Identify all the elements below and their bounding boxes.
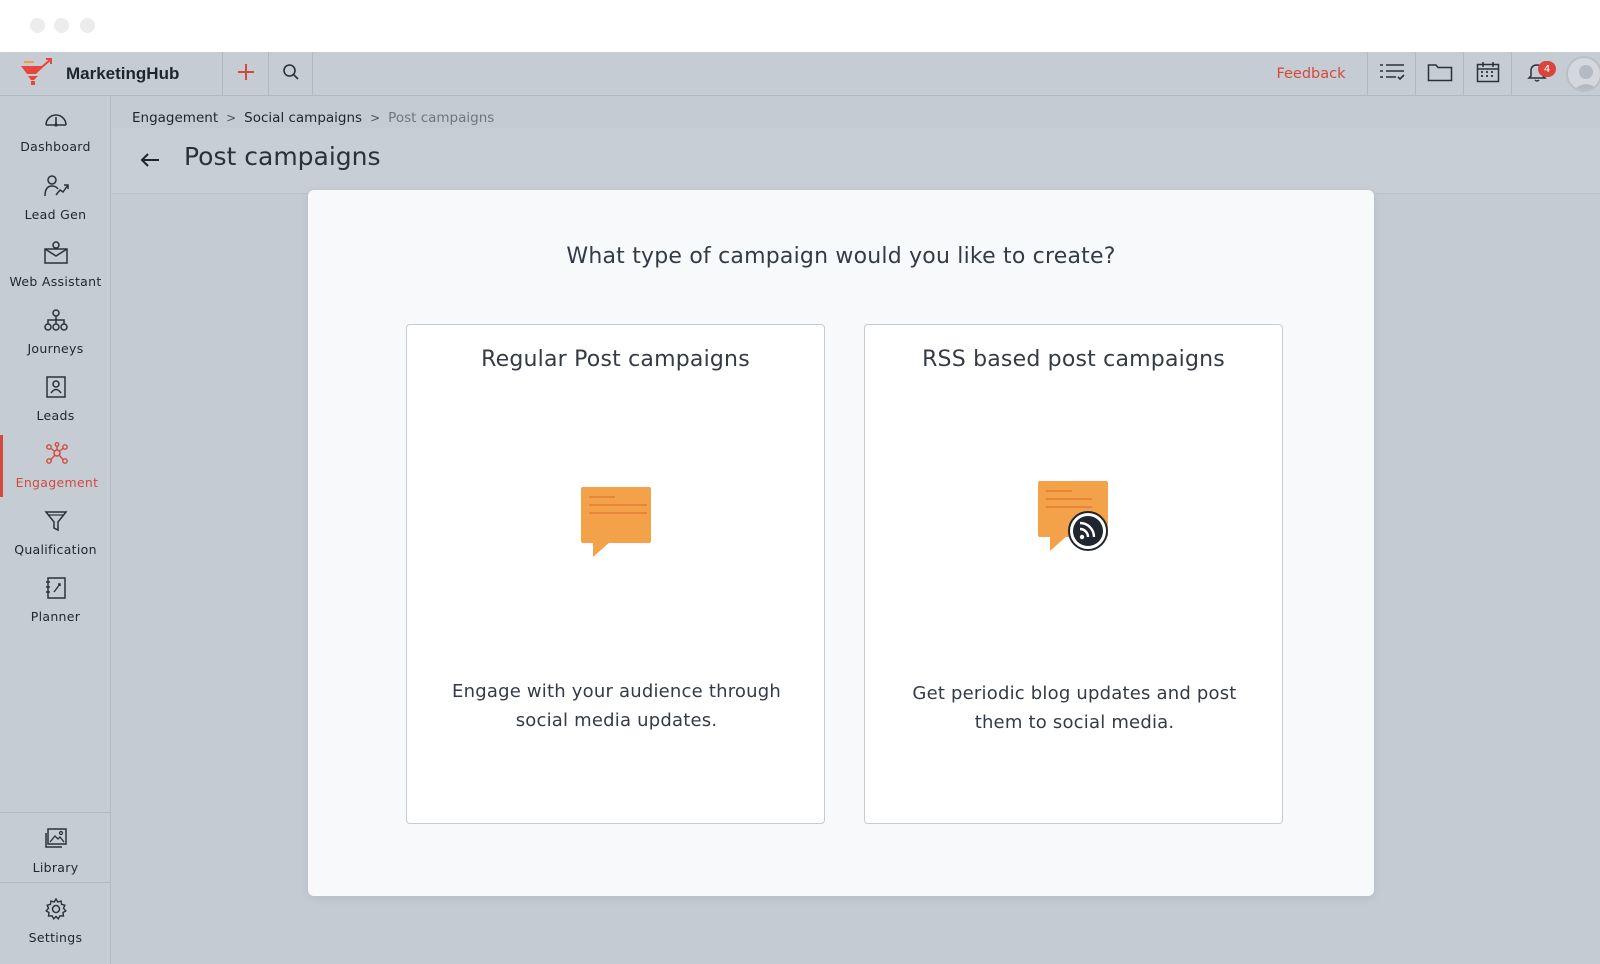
folder-icon [1427, 62, 1453, 86]
breadcrumb-engagement[interactable]: Engagement [132, 110, 218, 126]
web-assistant-icon [43, 241, 69, 269]
user-avatar[interactable] [1566, 56, 1600, 92]
add-button[interactable] [223, 52, 269, 96]
sidebar-divider [0, 882, 111, 883]
window-minimize-dot[interactable] [54, 18, 69, 33]
sidebar-item-label: Web Assistant [9, 274, 102, 289]
sidebar-item-web-assistant[interactable]: Web Assistant [0, 234, 111, 296]
funnel-icon [43, 509, 68, 537]
sidebar-item-label: Settings [28, 930, 83, 945]
sidebar-item-qualification[interactable]: Qualification [0, 502, 111, 564]
rss-chat-bubble-icon [865, 479, 1282, 555]
breadcrumb-separator: > [370, 111, 381, 125]
calendar-icon [1476, 61, 1500, 87]
window-close-dot[interactable] [30, 18, 45, 33]
dashboard-icon [43, 108, 69, 134]
window-chrome [0, 0, 1600, 52]
library-icon [43, 827, 69, 855]
back-button[interactable] [136, 148, 164, 176]
regular-post-campaign-card[interactable]: Regular Post campaigns Engage with your … [406, 324, 825, 824]
page-header: Post campaigns [112, 128, 1600, 194]
page-title: Post campaigns [184, 142, 381, 171]
gear-icon [44, 897, 68, 925]
breadcrumb: Engagement > Social campaigns > Post cam… [132, 110, 494, 126]
sidebar-item-lead-gen[interactable]: Lead Gen [0, 167, 111, 229]
search-button[interactable] [269, 52, 313, 96]
checklist-icon [1378, 62, 1406, 86]
sidebar-divider [0, 812, 111, 813]
campaign-type-modal: What type of campaign would you like to … [308, 190, 1374, 896]
lead-gen-icon [43, 174, 69, 202]
sidebar-item-dashboard[interactable]: Dashboard [0, 100, 111, 162]
journeys-icon [43, 308, 69, 336]
sidebar-item-library[interactable]: Library [0, 820, 111, 882]
sidebar-item-journeys[interactable]: Journeys [0, 301, 111, 363]
breadcrumb-separator: > [226, 111, 237, 125]
sidebar: Dashboard Lead Gen Web Assistant Journey… [0, 96, 111, 964]
tasks-button[interactable] [1367, 52, 1415, 96]
rss-post-campaign-card[interactable]: RSS based post campaigns Get periodic bl… [864, 324, 1283, 824]
chat-bubble-icon [407, 485, 824, 561]
calendar-button[interactable] [1463, 52, 1511, 96]
modal-question: What type of campaign would you like to … [566, 244, 1116, 269]
sidebar-item-planner[interactable]: Planner [0, 569, 111, 631]
brand[interactable]: MarketingHub [18, 52, 223, 96]
notifications-button[interactable]: 4 [1511, 52, 1561, 96]
card-title: RSS based post campaigns [922, 347, 1225, 372]
card-description: Engage with your audience through social… [452, 681, 781, 731]
leads-icon [44, 375, 68, 403]
window-maximize-dot[interactable] [80, 18, 95, 33]
marketinghub-logo-icon [18, 57, 54, 91]
card-title: Regular Post campaigns [481, 347, 750, 372]
search-icon [282, 63, 300, 85]
app-name: MarketingHub [66, 64, 180, 83]
files-button[interactable] [1415, 52, 1463, 96]
sidebar-item-label: Planner [30, 609, 81, 624]
sidebar-item-engagement[interactable]: Engagement [0, 435, 111, 497]
notification-badge: 4 [1538, 61, 1556, 77]
sidebar-item-settings[interactable]: Settings [0, 890, 111, 952]
arrow-left-icon [140, 152, 160, 172]
top-bar: MarketingHub Feedback 4 [0, 52, 1600, 96]
sidebar-item-leads[interactable]: Leads [0, 368, 111, 430]
sidebar-item-label: Engagement [15, 475, 99, 490]
sidebar-item-label: Journeys [27, 341, 84, 356]
sidebar-item-label: Lead Gen [24, 207, 87, 222]
plus-icon [237, 63, 255, 85]
sidebar-item-label: Library [32, 860, 79, 875]
card-description: Get periodic blog updates and post them … [912, 683, 1237, 733]
engagement-icon [44, 442, 70, 470]
sidebar-item-label: Leads [36, 408, 75, 423]
breadcrumb-post-campaigns: Post campaigns [388, 110, 495, 126]
planner-icon [44, 576, 68, 604]
breadcrumb-social-campaigns[interactable]: Social campaigns [244, 110, 362, 126]
feedback-link[interactable]: Feedback [1255, 52, 1367, 96]
sidebar-item-label: Dashboard [20, 139, 91, 154]
sidebar-item-label: Qualification [14, 542, 97, 557]
